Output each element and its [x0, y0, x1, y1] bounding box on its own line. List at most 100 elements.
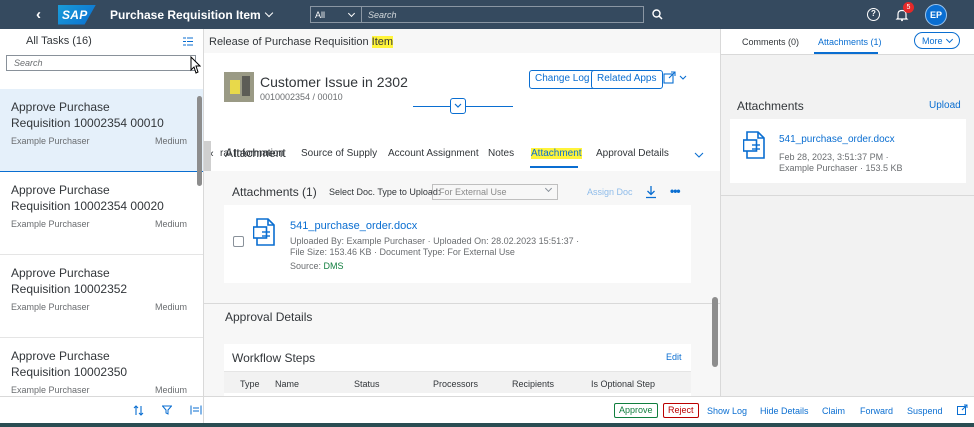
- task-list-panel: All Tasks (16) Search Approve Purchase R…: [0, 29, 204, 396]
- task-priority: Medium: [154, 136, 187, 146]
- attachment-upload-info: Uploaded By: Example Purchaser · Uploade…: [290, 236, 580, 246]
- tab-notes[interactable]: Notes: [488, 148, 514, 159]
- app-title: Purchase Requisition Item: [110, 7, 261, 22]
- column-name[interactable]: Name: [275, 379, 299, 389]
- doc-type-select[interactable]: For External Use: [432, 184, 558, 200]
- upload-button[interactable]: Upload: [929, 100, 961, 111]
- tab-attachments[interactable]: Attachments (1): [818, 37, 882, 47]
- claim-button[interactable]: Claim: [822, 406, 845, 416]
- attachment-checkbox[interactable]: [233, 236, 244, 247]
- tab-attachment-label: Attachment: [531, 148, 582, 159]
- tab-approval-details[interactable]: Approval Details: [596, 148, 669, 159]
- sort-icon[interactable]: [133, 404, 144, 416]
- suspend-button[interactable]: Suspend: [907, 406, 943, 416]
- tab-attachment[interactable]: Attachment: [531, 148, 582, 159]
- assign-doc-button[interactable]: Assign Doc: [587, 187, 633, 197]
- forward-button[interactable]: Forward: [860, 406, 893, 416]
- change-log-button[interactable]: Change Log: [529, 70, 596, 89]
- tab-comments[interactable]: Comments (0): [742, 37, 799, 47]
- notifications-button[interactable]: 5: [895, 1, 914, 22]
- task-list: Approve Purchase Requisition 10002354 00…: [0, 89, 203, 396]
- more-label: More: [922, 35, 943, 46]
- tab-account-assignment[interactable]: Account Assignment: [388, 148, 479, 159]
- task-purchaser: Example Purchaser: [11, 219, 90, 229]
- attachments-label: Attachments (1): [232, 185, 317, 199]
- column-processors[interactable]: Processors: [433, 379, 478, 389]
- document-icon: [743, 131, 765, 159]
- search-scope-select[interactable]: All: [310, 6, 362, 23]
- task-priority: Medium: [154, 385, 187, 395]
- task-priority: Medium: [154, 302, 187, 312]
- reject-button[interactable]: Reject: [663, 403, 699, 418]
- column-status[interactable]: Status: [354, 379, 380, 389]
- column-type[interactable]: Type: [240, 379, 260, 389]
- chevron-down-icon: [454, 103, 462, 108]
- bottom-border: [0, 423, 974, 427]
- document-icon: [253, 218, 275, 246]
- shell-actions: ? 5 EP: [867, 0, 974, 29]
- help-icon[interactable]: ?: [867, 8, 880, 21]
- multi-select-icon[interactable]: [183, 37, 193, 46]
- detail-panel: Release of Purchase Requisition Item Cus…: [204, 29, 720, 396]
- selected-tab-indicator: [814, 52, 878, 54]
- side-attachment-date: Feb 28, 2023, 3:51:37 PM ·: [779, 152, 889, 162]
- attachment-source-label: Source:: [290, 261, 324, 271]
- group-icon[interactable]: [190, 405, 202, 415]
- side-attachment-card[interactable]: 541_purchase_order.docx Feb 28, 2023, 3:…: [730, 119, 966, 183]
- task-purchaser: Example Purchaser: [11, 136, 90, 146]
- side-attachment-file-link[interactable]: 541_purchase_order.docx: [779, 134, 895, 145]
- column-is-optional-step[interactable]: Is Optional Step: [591, 379, 655, 389]
- app-title-menu[interactable]: Purchase Requisition Item: [110, 7, 273, 22]
- attachment-row: 541_purchase_order.docx Uploaded By: Exa…: [224, 205, 691, 283]
- filter-icon[interactable]: [162, 405, 172, 415]
- side-tabs: Comments (0) Attachments (1) More: [721, 29, 974, 55]
- overflow-menu-icon[interactable]: •••: [670, 184, 681, 198]
- sap-logo[interactable]: SAP: [58, 4, 96, 25]
- attachment-size-info: File Size: 153.46 KB · Document Type: Fo…: [290, 247, 515, 257]
- task-item[interactable]: Approve Purchase Requisition 10002354 00…: [0, 89, 203, 172]
- show-log-button[interactable]: Show Log: [707, 406, 747, 416]
- task-list-header: All Tasks (16): [0, 29, 203, 53]
- open-external-icon[interactable]: [957, 404, 968, 415]
- search-icon: [651, 9, 663, 20]
- task-item[interactable]: Approve Purchase Requisition 10002354 00…: [0, 172, 203, 255]
- task-list-scrollbar[interactable]: [197, 96, 202, 186]
- share-icon[interactable]: [663, 71, 691, 85]
- header-collapse-toggle[interactable]: [413, 97, 513, 117]
- column-recipients[interactable]: Recipients: [512, 379, 554, 389]
- notification-badge: 5: [903, 1, 914, 13]
- approve-button[interactable]: Approve: [614, 403, 658, 418]
- page-title-text: Release of Purchase Requisition: [209, 36, 372, 48]
- workflow-edit-link[interactable]: Edit: [666, 352, 682, 362]
- download-icon[interactable]: [645, 185, 657, 199]
- shell-search-input[interactable]: Search: [362, 6, 644, 23]
- tabs-overflow-icon[interactable]: [694, 151, 704, 159]
- chevron-down-icon: [945, 35, 953, 43]
- hide-details-button[interactable]: Hide Details: [760, 406, 809, 416]
- task-title: Approve Purchase Requisition 10002354 00…: [11, 183, 164, 213]
- attachment-file-link[interactable]: 541_purchase_order.docx: [290, 220, 417, 232]
- task-item[interactable]: Approve Purchase Requisition 10002350 Ex…: [0, 338, 203, 396]
- task-search-input[interactable]: Search: [6, 55, 201, 74]
- search-button[interactable]: [644, 6, 670, 23]
- detail-scrollbar[interactable]: [712, 297, 718, 367]
- user-avatar[interactable]: EP: [925, 3, 947, 26]
- tab-source-of-supply[interactable]: Source of Supply: [301, 148, 377, 159]
- task-item[interactable]: Approve Purchase Requisition 10002352 Ex…: [0, 255, 203, 338]
- side-divider: [721, 195, 974, 196]
- task-title: Approve Purchase Requisition 10002350: [11, 349, 128, 379]
- related-apps-button[interactable]: Related Apps: [591, 70, 663, 89]
- side-panel: Comments (0) Attachments (1) More Attach…: [720, 29, 974, 396]
- attachment-metadata: Uploaded By: Example Purchaser · Uploade…: [290, 236, 590, 258]
- attachment-source: Source: DMS: [290, 261, 344, 271]
- more-button[interactable]: More: [914, 32, 960, 49]
- task-title: Approve Purchase Requisition 10002354 00…: [11, 100, 164, 130]
- collapse-button[interactable]: [450, 98, 466, 114]
- mouse-cursor-icon: [190, 56, 201, 74]
- attachments-toolbar: Attachments (1) Select Doc. Type to Uplo…: [224, 181, 691, 203]
- detail-scroll-track: [204, 141, 211, 171]
- chevron-down-icon: [347, 9, 356, 17]
- page-title: Release of Purchase Requisition Item: [204, 29, 720, 53]
- chevron-down-icon: [544, 184, 553, 193]
- back-icon[interactable]: ‹: [36, 6, 50, 23]
